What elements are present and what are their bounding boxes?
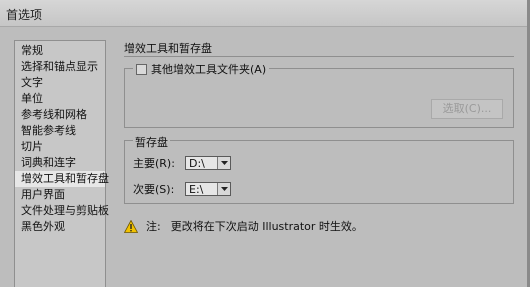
warning-icon — [123, 219, 139, 233]
note-text: 更改将在下次启动 Illustrator 时生效。 — [170, 220, 363, 233]
preferences-window: 首选项 常规 选择和锚点显示 文字 单位 参考线和网格 智能参考线 切片 词典和… — [0, 0, 530, 287]
sidebar-item-general[interactable]: 常规 — [15, 43, 105, 59]
title-bar[interactable]: 首选项 — [0, 0, 530, 27]
additional-plugins-label: 其他增效工具文件夹(A) — [151, 63, 267, 76]
chevron-down-icon[interactable] — [217, 183, 230, 195]
secondary-disk-row: 次要(S): E:\ — [133, 181, 231, 197]
sidebar-item-guides-grid[interactable]: 参考线和网格 — [15, 107, 105, 123]
section-divider — [124, 56, 514, 57]
chevron-down-icon[interactable] — [217, 157, 230, 169]
secondary-disk-label: 次要(S): — [133, 183, 175, 196]
primary-disk-label: 主要(R): — [133, 157, 175, 170]
sidebar-item-file-handling-clipboard[interactable]: 文件处理与剪贴板 — [15, 203, 109, 219]
preferences-sidebar: 常规 选择和锚点显示 文字 单位 参考线和网格 智能参考线 切片 词典和连字 增… — [14, 40, 109, 287]
secondary-disk-value: E:\ — [189, 182, 204, 196]
secondary-disk-select[interactable]: E:\ — [185, 182, 231, 196]
primary-disk-row: 主要(R): D:\ — [133, 155, 231, 171]
sidebar-item-appearance-of-black[interactable]: 黑色外观 — [15, 219, 105, 235]
scratch-disks-label: 暂存盘 — [133, 134, 170, 150]
sidebar-item-type[interactable]: 文字 — [15, 75, 105, 91]
additional-plugins-checkbox-row[interactable]: 其他增效工具文件夹(A) — [133, 62, 270, 76]
additional-plugins-checkbox[interactable] — [136, 63, 147, 75]
section-title: 增效工具和暂存盘 — [124, 42, 212, 55]
sidebar-item-units[interactable]: 单位 — [15, 91, 105, 107]
sidebar-list: 常规 选择和锚点显示 文字 单位 参考线和网格 智能参考线 切片 词典和连字 增… — [15, 41, 109, 235]
sidebar-item-user-interface[interactable]: 用户界面 — [15, 187, 105, 203]
plugins-group: 其他增效工具文件夹(A) 选取(C)... — [124, 62, 514, 128]
sidebar-item-slices[interactable]: 切片 — [15, 139, 105, 155]
preferences-panel: 增效工具和暂存盘 其他增效工具文件夹(A) 选取(C)... 暂存盘 主要(R)… — [120, 40, 530, 287]
scratch-disks-group: 暂存盘 主要(R): D:\ 次要(S): E:\ — [124, 134, 514, 204]
choose-folder-button[interactable]: 选取(C)... — [431, 99, 503, 119]
sidebar-item-smart-guides[interactable]: 智能参考线 — [15, 123, 105, 139]
sidebar-item-plugins-scratch-disks[interactable]: 增效工具和暂存盘 — [15, 171, 109, 187]
restart-note: 注: 更改将在下次启动 Illustrator 时生效。 — [123, 218, 363, 234]
primary-disk-select[interactable]: D:\ — [185, 156, 231, 170]
window-title: 首选项 — [6, 8, 43, 22]
sidebar-item-dictionary-hyphenation[interactable]: 词典和连字 — [15, 155, 105, 171]
primary-disk-value: D:\ — [189, 156, 205, 170]
note-label: 注: — [146, 220, 161, 233]
sidebar-item-selection-anchor-display[interactable]: 选择和锚点显示 — [15, 59, 105, 75]
